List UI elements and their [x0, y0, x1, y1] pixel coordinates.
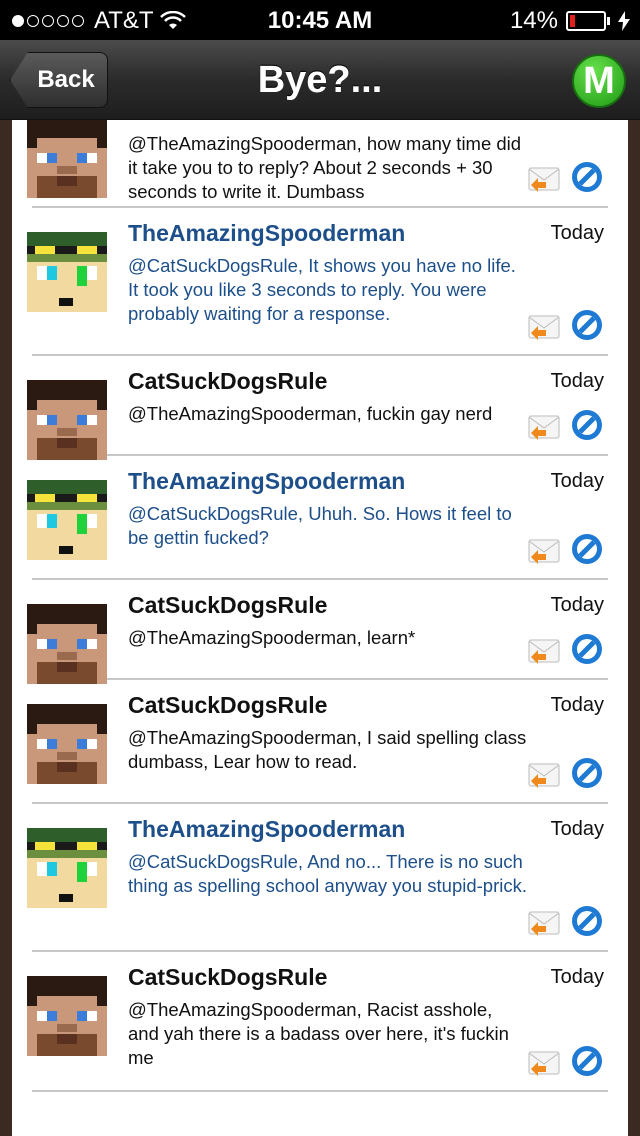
message-item[interactable]: CatSuckDogsRule Today @TheAmazingSpooderma…	[27, 580, 608, 684]
message-date: Today	[550, 470, 604, 492]
avatar[interactable]	[27, 380, 107, 460]
message-username[interactable]: CatSuckDogsRule	[128, 368, 327, 395]
message-body: @CatSuckDogsRule, And no... There is no …	[128, 851, 527, 896]
message-username[interactable]: CatSuckDogsRule	[128, 692, 327, 719]
message-item[interactable]: @TheAmazingSpooderman, how many time did…	[27, 120, 608, 208]
message-date: Today	[550, 818, 604, 840]
reply-icon[interactable]	[528, 762, 560, 790]
avatar[interactable]	[27, 120, 107, 198]
reply-icon[interactable]	[528, 1050, 560, 1078]
message-date: Today	[550, 594, 604, 616]
message-item[interactable]: TheAmazingSpooderman Today @CatSuckDogsRul…	[27, 456, 608, 580]
message-list: @TheAmazingSpooderman, how many time did…	[12, 120, 628, 1136]
message-item[interactable]: TheAmazingSpooderman Today @CatSuckDogsRul…	[27, 804, 608, 952]
battery-icon	[566, 11, 606, 31]
block-icon[interactable]	[570, 308, 604, 342]
avatar[interactable]	[27, 828, 107, 908]
avatar[interactable]	[27, 604, 107, 684]
message-date: Today	[550, 694, 604, 716]
status-bar: AT&T 10:45 AM 14%	[0, 0, 640, 40]
message-date: Today	[550, 966, 604, 988]
reply-icon[interactable]	[528, 166, 560, 194]
avatar[interactable]	[27, 704, 107, 784]
message-item[interactable]: CatSuckDogsRule Today @TheAmazingSpooderma…	[27, 952, 608, 1092]
m-logo-icon[interactable]: M	[572, 54, 626, 108]
status-right: 14%	[510, 7, 630, 35]
avatar[interactable]	[27, 232, 107, 312]
message-date: Today	[550, 222, 604, 244]
block-icon[interactable]	[570, 408, 604, 442]
block-icon[interactable]	[570, 904, 604, 938]
block-icon[interactable]	[570, 756, 604, 790]
reply-icon[interactable]	[528, 638, 560, 666]
message-body: @TheAmazingSpooderman, how many time did…	[128, 133, 522, 202]
message-item[interactable]: CatSuckDogsRule Today @TheAmazingSpooderma…	[27, 680, 608, 804]
back-button[interactable]: Back	[10, 52, 108, 108]
battery-tip	[607, 17, 610, 25]
message-username[interactable]: TheAmazingSpooderman	[128, 468, 405, 495]
reply-icon[interactable]	[528, 314, 560, 342]
message-username[interactable]: CatSuckDogsRule	[128, 964, 327, 991]
block-icon[interactable]	[570, 1044, 604, 1078]
avatar[interactable]	[27, 480, 107, 560]
message-body: @CatSuckDogsRule, Uhuh. So. Hows it feel…	[128, 503, 512, 548]
block-icon[interactable]	[570, 632, 604, 666]
message-body: @TheAmazingSpooderman, learn*	[128, 627, 416, 648]
reply-icon[interactable]	[528, 910, 560, 938]
message-date: Today	[550, 370, 604, 392]
navigation-bar: Bye?... Back M	[0, 40, 640, 120]
message-body: @TheAmazingSpooderman, fuckin gay nerd	[128, 403, 493, 424]
message-username[interactable]: TheAmazingSpooderman	[128, 816, 405, 843]
message-item[interactable]: CatSuckDogsRule Today @TheAmazingSpooderma…	[27, 356, 608, 460]
message-username[interactable]: TheAmazingSpooderman	[128, 220, 405, 247]
message-username[interactable]: CatSuckDogsRule	[128, 592, 327, 619]
block-icon[interactable]	[570, 532, 604, 566]
reply-icon[interactable]	[528, 414, 560, 442]
message-body: @CatSuckDogsRule, It shows you have no l…	[128, 255, 516, 324]
message-body: @TheAmazingSpooderman, Racist asshole, a…	[128, 999, 509, 1068]
message-item[interactable]: TheAmazingSpooderman Today @CatSuckDogsRul…	[27, 208, 608, 356]
avatar[interactable]	[27, 976, 107, 1056]
charging-bolt-icon	[618, 11, 630, 31]
reply-icon[interactable]	[528, 538, 560, 566]
block-icon[interactable]	[570, 160, 604, 194]
battery-percent: 14%	[509, 7, 558, 34]
message-body: @TheAmazingSpooderman, I said spelling c…	[128, 727, 527, 772]
